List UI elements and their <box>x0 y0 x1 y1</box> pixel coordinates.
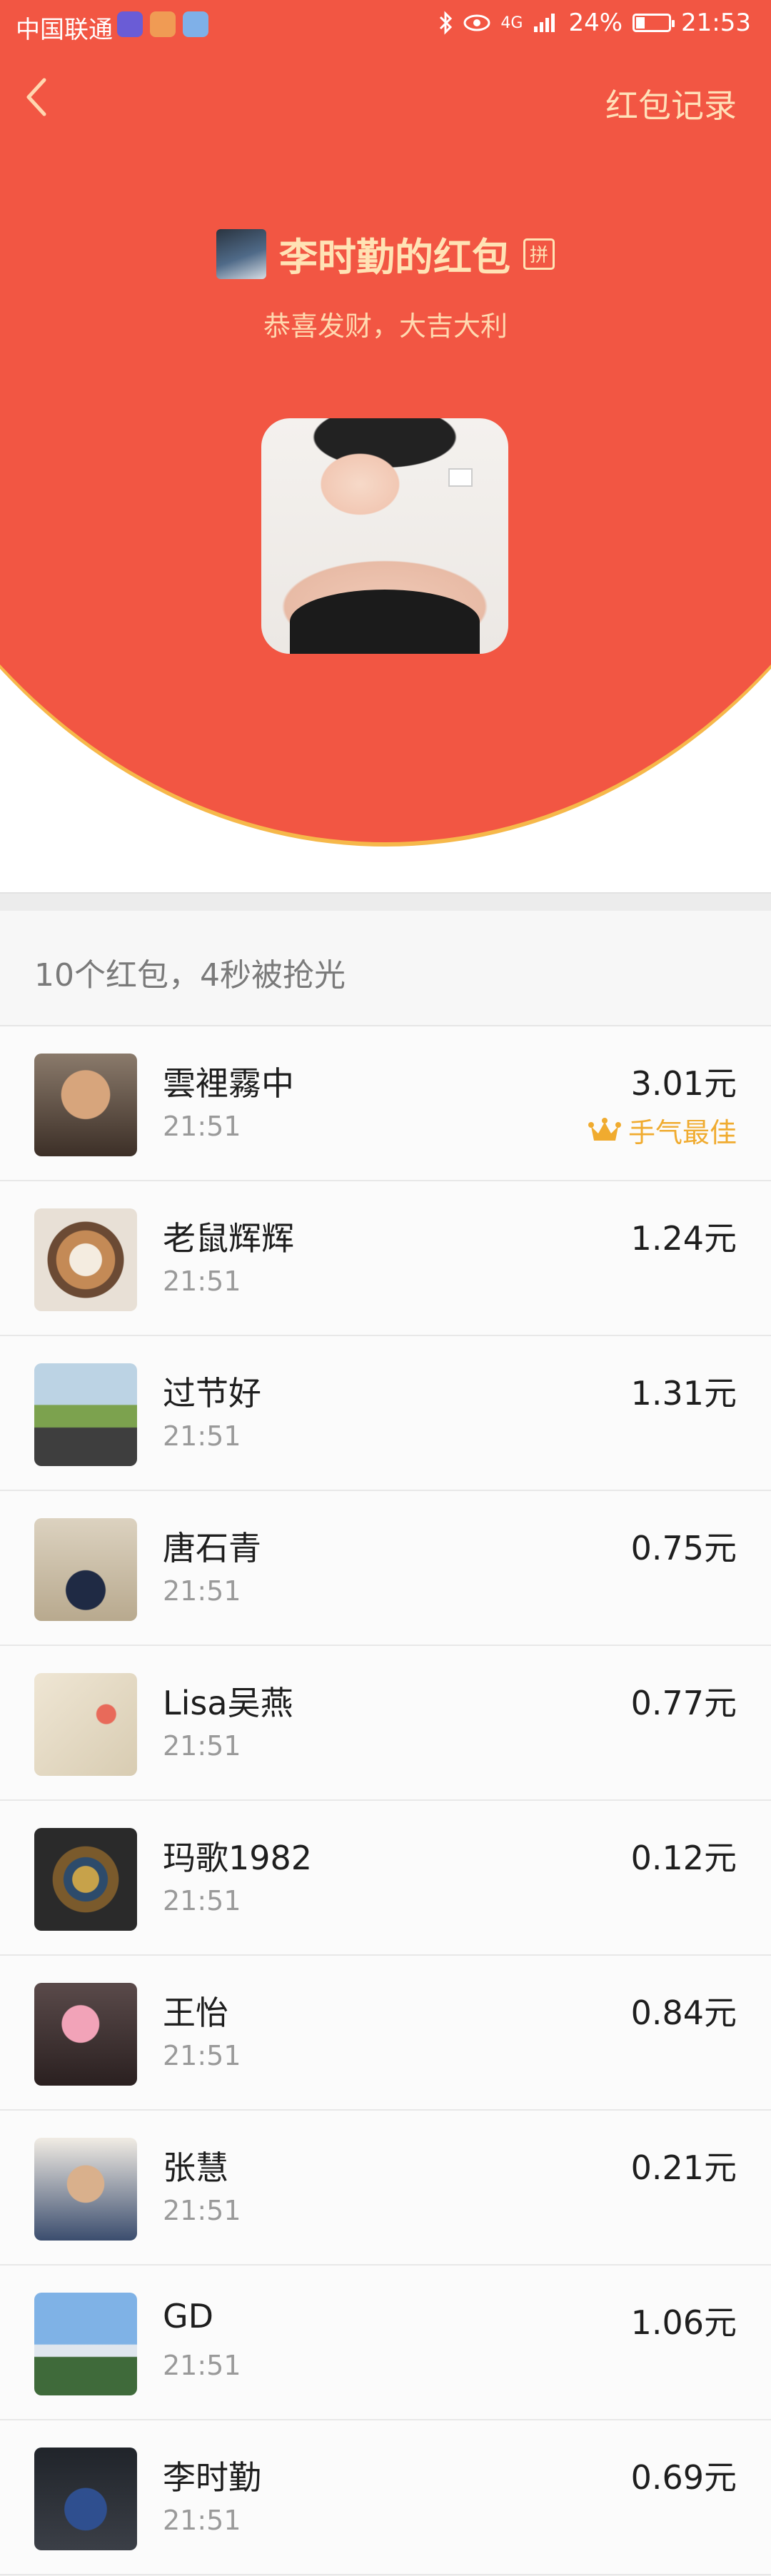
battery-percent: 24% <box>568 9 623 37</box>
claimer-name: 玛歌1982 <box>163 1839 313 1877</box>
avatar[interactable] <box>34 1518 137 1621</box>
claim-amount: 1.06元 <box>630 2303 737 2342</box>
list-item[interactable]: 雲裡霧中 21:51 3.01元 手气最佳 <box>0 1026 771 1181</box>
lock-app-icon <box>150 11 176 37</box>
claim-amount: 0.69元 <box>630 2458 737 2497</box>
status-bar: 中国联通 4G 24% 21:53 <box>0 0 771 54</box>
claim-amount: 0.21元 <box>630 2148 737 2187</box>
claimer-name: Lisa吴燕 <box>163 1684 293 1722</box>
avatar[interactable] <box>34 1983 137 2086</box>
cover-image-detail <box>290 590 480 654</box>
avatar[interactable] <box>34 1828 137 1931</box>
claimer-name: 李时勤 <box>163 2458 261 2497</box>
best-luck-badge: 手气最佳 <box>588 1111 737 1150</box>
claim-list: 雲裡霧中 21:51 3.01元 手气最佳 老鼠辉辉 21:51 1.24元 过… <box>0 1026 771 2575</box>
list-item[interactable]: Lisa吴燕 21:51 0.77元 <box>0 1646 771 1801</box>
section-divider <box>0 892 771 912</box>
claim-time: 21:51 <box>163 1420 241 1452</box>
pin-badge: 拼 <box>523 238 555 270</box>
crown-icon <box>588 1117 621 1141</box>
sender-title: 李时勤的红包 <box>279 235 510 280</box>
claim-amount: 0.12元 <box>630 1839 737 1877</box>
list-item[interactable]: 张慧 21:51 0.21元 <box>0 2111 771 2266</box>
eye-icon <box>463 14 490 31</box>
carrier-label: 中国联通 <box>16 16 113 44</box>
list-item[interactable]: 唐石青 21:51 0.75元 <box>0 1491 771 1646</box>
list-item[interactable]: 过节好 21:51 1.31元 <box>0 1336 771 1491</box>
claimer-name: 老鼠辉辉 <box>163 1219 294 1258</box>
avatar[interactable] <box>34 2138 137 2241</box>
back-button[interactable] <box>21 76 64 133</box>
claim-time: 21:51 <box>163 1885 241 1916</box>
avatar[interactable] <box>34 1208 137 1311</box>
claim-amount: 0.84元 <box>630 1994 737 2032</box>
summary-bar: 10个红包，4秒被抢光 <box>0 911 771 1026</box>
status-right: 4G 24% 21:53 <box>438 9 751 37</box>
claim-time: 21:51 <box>163 1575 241 1607</box>
list-item[interactable]: GD 21:51 1.06元 <box>0 2266 771 2420</box>
bluetooth-icon <box>440 11 453 35</box>
claimer-name: GD <box>163 2297 214 2335</box>
qq-app-icon <box>183 11 208 37</box>
avatar[interactable] <box>34 2448 137 2550</box>
clock: 21:53 <box>681 9 751 37</box>
avatar[interactable] <box>34 2293 137 2395</box>
claim-time: 21:51 <box>163 2350 241 2381</box>
battery-icon <box>633 14 675 32</box>
claim-amount: 0.77元 <box>630 1684 737 1722</box>
list-item[interactable]: 李时勤 21:51 0.69元 <box>0 2420 771 2575</box>
red-packet-records-link[interactable]: 红包记录 <box>605 80 737 127</box>
red-packet-header: 中国联通 4G 24% 21:53 红包记录 李时勤的红包 拼 恭喜发财，大吉大… <box>0 0 771 892</box>
claim-time: 21:51 <box>163 1111 241 1142</box>
claim-amount: 3.01元 <box>630 1064 737 1103</box>
network-type-label: 4G <box>500 14 523 32</box>
list-item[interactable]: 玛歌1982 21:51 0.12元 <box>0 1801 771 1956</box>
claim-time: 21:51 <box>163 1266 241 1297</box>
claim-time: 21:51 <box>163 2040 241 2071</box>
list-item[interactable]: 老鼠辉辉 21:51 1.24元 <box>0 1181 771 1336</box>
claimer-name: 唐石青 <box>163 1529 261 1567</box>
claimer-name: 过节好 <box>163 1374 261 1413</box>
claim-amount: 1.31元 <box>630 1374 737 1413</box>
claim-amount: 0.75元 <box>630 1529 737 1567</box>
claim-time: 21:51 <box>163 2195 241 2226</box>
claim-time: 21:51 <box>163 1730 241 1762</box>
claimer-name: 雲裡霧中 <box>163 1064 294 1103</box>
status-app-icons <box>117 11 208 37</box>
chevron-left-icon <box>26 78 46 116</box>
claim-time: 21:51 <box>163 2505 241 2536</box>
claimer-name: 张慧 <box>163 2148 228 2187</box>
avatar[interactable] <box>34 1363 137 1466</box>
app-notification-icon <box>117 11 143 37</box>
list-item[interactable]: 王怡 21:51 0.84元 <box>0 1956 771 2111</box>
red-packet-cover-image <box>261 418 508 654</box>
claimer-name: 王怡 <box>163 1994 228 2032</box>
signal-icon <box>534 14 555 32</box>
wall-switch-detail <box>448 468 473 487</box>
greeting-message: 恭喜发财，大吉大利 <box>263 310 508 342</box>
avatar[interactable] <box>34 1673 137 1776</box>
avatar[interactable] <box>34 1054 137 1156</box>
best-luck-label: 手气最佳 <box>628 1117 737 1148</box>
sender-row: 李时勤的红包 拼 <box>0 226 771 282</box>
summary-text: 10个红包，4秒被抢光 <box>34 957 346 994</box>
sender-avatar <box>216 228 266 279</box>
claim-amount: 1.24元 <box>630 1219 737 1258</box>
